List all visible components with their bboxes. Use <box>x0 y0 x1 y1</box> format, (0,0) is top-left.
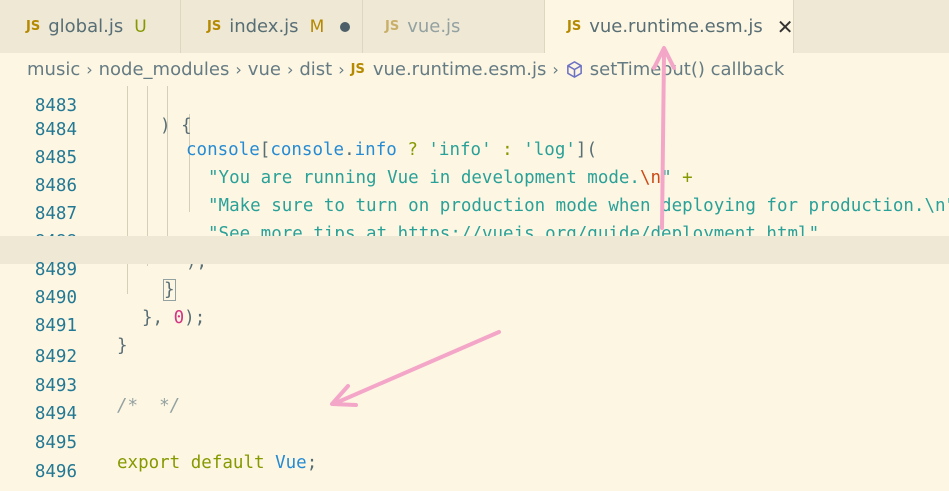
code-editor[interactable]: 8483 ) { 8484 console[console.info ? 'in… <box>0 86 949 491</box>
code-line: 8496 <box>0 438 949 482</box>
tab-vue-runtime-esm-js[interactable]: JS vue.runtime.esm.js ✕ <box>545 0 794 53</box>
tab-label: global.js <box>48 16 124 37</box>
chevron-right-icon: › <box>552 60 559 79</box>
code-line: 8488 ); <box>0 208 949 272</box>
breadcrumb-item-vue[interactable]: vue <box>248 59 281 80</box>
close-icon[interactable]: ✕ <box>777 15 794 39</box>
breadcrumb: music › node_modules › vue › dist › JS v… <box>0 53 949 86</box>
js-file-icon: JS <box>350 62 365 77</box>
js-file-icon: JS <box>26 19 41 34</box>
code-line: 8493 /* */ <box>0 352 949 416</box>
breadcrumb-item-file[interactable]: vue.runtime.esm.js <box>373 59 547 80</box>
line-number: 8496 <box>34 462 77 482</box>
tab-label: vue.runtime.esm.js <box>589 16 763 37</box>
breadcrumb-item-node-modules[interactable]: node_modules <box>99 59 230 80</box>
code-line: 8490 }, 0); <box>0 264 949 328</box>
tab-status-untracked: U <box>134 16 147 37</box>
chevron-right-icon: › <box>86 60 93 79</box>
code-line: 8492 <box>0 323 949 367</box>
code-line: 8487 "See more tips at https://vuejs.org… <box>0 180 949 244</box>
js-file-icon: JS <box>207 19 222 34</box>
code-line: 8486 "Make sure to turn on production mo… <box>0 152 949 216</box>
tab-label: vue.js <box>407 16 461 37</box>
breadcrumb-item-symbol[interactable]: setTimeout() callback <box>590 59 785 80</box>
chevron-right-icon: › <box>286 60 294 79</box>
code-line-current: 8489 } <box>0 236 949 301</box>
tab-status-modified: M <box>309 16 325 37</box>
chevron-right-icon: › <box>338 60 345 79</box>
tab-index-js[interactable]: JS index.js M <box>181 0 363 53</box>
breadcrumb-item-music[interactable]: music <box>27 59 80 80</box>
code-line: 8484 console[console.info ? 'info' : 'lo… <box>0 96 949 160</box>
tab-global-js[interactable]: JS global.js U <box>0 0 181 53</box>
tab-bar: JS global.js U JS index.js M JS vue.js J… <box>0 0 949 53</box>
breadcrumb-item-dist[interactable]: dist <box>299 59 332 80</box>
code-line: 8494 <box>0 380 949 424</box>
js-file-icon: JS <box>567 19 582 34</box>
js-file-icon: JS <box>385 19 400 34</box>
tab-vue-js[interactable]: JS vue.js <box>363 0 545 53</box>
unsaved-dot-icon[interactable] <box>340 21 351 32</box>
code-line: 8491 } <box>0 292 949 356</box>
code-line: 8485 "You are running Vue in development… <box>0 124 949 188</box>
tab-label: index.js <box>229 16 299 37</box>
code-line: 8495 export default Vue; <box>0 409 949 473</box>
chevron-right-icon: › <box>235 60 242 79</box>
method-cube-icon <box>566 61 582 78</box>
